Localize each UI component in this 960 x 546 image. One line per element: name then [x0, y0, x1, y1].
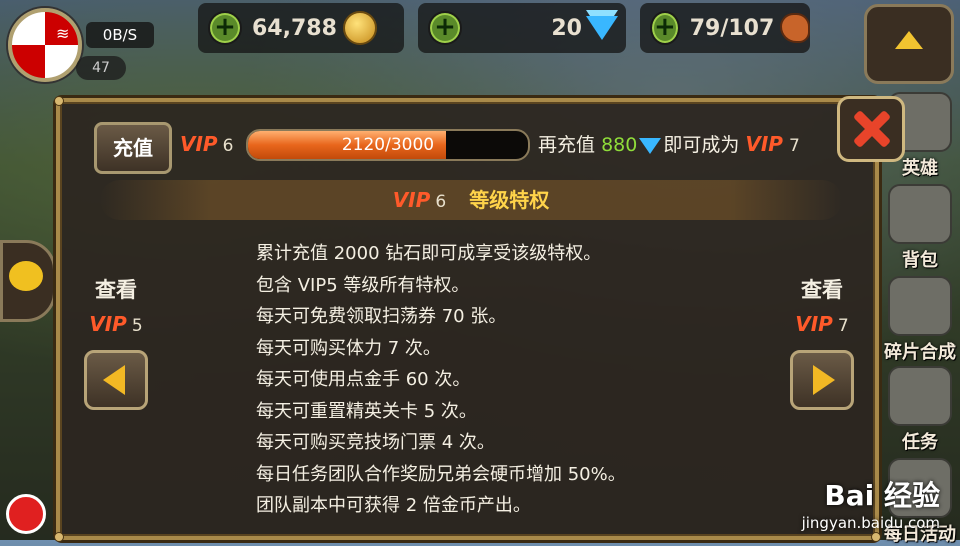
app-logo-icon	[6, 494, 46, 534]
side-item-bag[interactable]: 背包	[880, 184, 960, 272]
perk-item: 每天可购买竞技场门票 4 次。	[256, 432, 495, 453]
prev-arrow-icon[interactable]	[84, 350, 148, 410]
stamina-bar: + 79/107	[640, 3, 810, 53]
perk-item: 每天可重置精英关卡 5 次。	[256, 400, 477, 422]
perk-item: 每天可购买体力 7 次。	[256, 337, 441, 359]
watermark-url: jingyan.baidu.com	[801, 514, 940, 532]
add-stamina-button[interactable]: +	[650, 11, 680, 45]
watermark: Bai 经验 jingyan.baidu.com	[802, 474, 940, 532]
perk-item: 团队副本中可获得 2 倍金币产出。	[256, 495, 531, 516]
vip-number: 5	[131, 316, 143, 336]
gold-bar: + 64,788	[198, 3, 404, 53]
perk-item: 每日任务团队合作奖励兄弟会硬币增加 50%。	[256, 463, 626, 485]
side-item-tasks[interactable]: 任务	[880, 366, 960, 454]
perk-item: 累计充值 2000 钻石即可成享受该级特权。	[256, 243, 602, 264]
gold-amount: 64,788	[252, 15, 337, 41]
add-diamond-button[interactable]: +	[428, 11, 462, 45]
rivet	[54, 532, 64, 542]
recharge-hint: 再充值 880 即可成为 VIP 7	[538, 130, 800, 157]
gold-coin-icon	[342, 11, 377, 45]
hint-suffix: 即可成为	[663, 134, 740, 156]
vip-privilege-dialog: 充值 VIP 6 2120/3000 再充值 880 即可成为 VIP 7 VIP…	[54, 96, 905, 542]
diamond-icon	[639, 137, 662, 154]
vip-number: 6	[435, 192, 447, 212]
collapse-menu-button[interactable]	[864, 4, 954, 84]
diamond-amount: 20	[551, 15, 582, 41]
perk-list: 累计充值 2000 钻石即可成享受该级特权。 包含 VIP5 等级所有特权。 每…	[256, 238, 626, 522]
view-label: 查看	[801, 278, 843, 302]
diamond-bar: + 20	[418, 3, 626, 53]
side-item-fragments[interactable]: 碎片合成	[880, 276, 960, 364]
perk-item: 每天可免费领取扫荡券 70 张。	[256, 306, 507, 327]
side-item-label: 任务	[902, 432, 938, 453]
watermark-brand: Bai 经验	[824, 479, 940, 512]
vip-word: VIP	[89, 312, 127, 336]
vip-number: 6	[222, 136, 234, 156]
chat-button[interactable]	[0, 240, 56, 322]
vip-word: VIP	[180, 132, 218, 156]
vip-progress-bar: 2120/3000	[246, 129, 530, 161]
vip-word: VIP	[392, 188, 431, 212]
side-item-label: 碎片合成	[884, 342, 956, 363]
hint-amount: 880	[601, 134, 638, 156]
vip-progress-text: 2120/3000	[341, 135, 435, 155]
next-vip-nav: 查看 VIP 7	[782, 274, 862, 410]
side-item-label: 背包	[902, 250, 938, 271]
add-gold-button[interactable]: +	[208, 11, 242, 45]
stamina-amount: 79/107	[689, 15, 775, 41]
banner-title: 等级特权	[469, 188, 550, 212]
close-button[interactable]	[837, 96, 905, 162]
prev-vip-nav: 查看 VIP 5	[76, 274, 156, 410]
vip-number: 7	[789, 136, 800, 156]
backpack-icon	[888, 184, 952, 244]
meat-icon	[780, 13, 810, 43]
puzzle-icon	[888, 276, 952, 336]
player-level: 47	[76, 56, 126, 80]
rivet	[871, 532, 881, 542]
scroll-icon	[888, 366, 952, 426]
charge-button[interactable]: 充值	[94, 122, 172, 174]
network-speed: 0B/S	[86, 22, 154, 48]
rivet	[54, 96, 64, 106]
perk-item: 每天可使用点金手 60 次。	[256, 369, 471, 390]
current-vip: VIP 6	[180, 132, 234, 156]
next-arrow-icon[interactable]	[790, 350, 854, 410]
wifi-icon: ≋	[56, 24, 70, 43]
player-avatar[interactable]	[8, 8, 82, 82]
vip-word: VIP	[745, 132, 783, 156]
perk-item: 包含 VIP5 等级所有特权。	[256, 274, 470, 296]
vip-number: 7	[837, 316, 849, 336]
view-label: 查看	[95, 278, 137, 302]
diamond-icon	[586, 16, 618, 40]
privilege-banner: VIP 6 等级特权	[100, 180, 842, 220]
hint-prefix: 再充值	[538, 134, 596, 156]
vip-word: VIP	[795, 312, 833, 336]
